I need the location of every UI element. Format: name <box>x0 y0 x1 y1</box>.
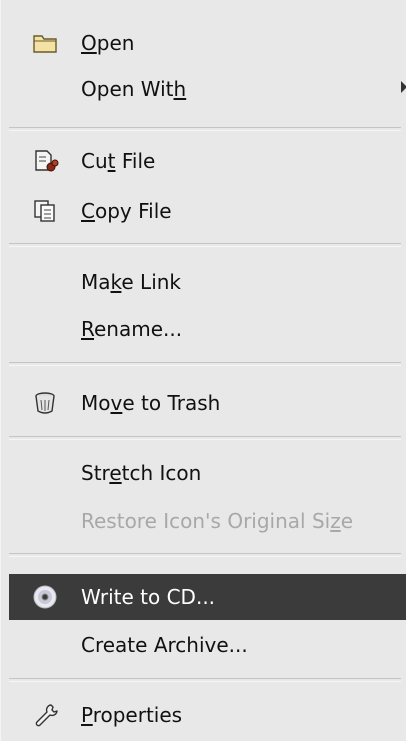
menu-item-label: Make Link <box>81 270 182 294</box>
menu-item-label: Restore Icon's Original Size <box>81 509 354 533</box>
menu-item-move-to-trash[interactable]: Move to Trash <box>1 380 406 426</box>
folder-icon <box>33 35 57 53</box>
wrench-icon <box>35 704 58 727</box>
menu-item-restore-icon-size: Restore Icon's Original Size <box>1 498 406 544</box>
context-menu: Open Open With Cut File Copy File Make L… <box>0 0 406 741</box>
separator <box>9 362 401 366</box>
trash-icon <box>35 392 55 414</box>
menu-item-write-to-cd[interactable]: Write to CD... <box>9 574 406 620</box>
menu-item-label: Open <box>81 31 135 55</box>
menu-item-label: Properties <box>81 703 183 727</box>
menu-item-label: Create Archive... <box>81 633 248 657</box>
submenu-arrow-icon <box>401 81 406 93</box>
menu-item-stretch-icon[interactable]: Stretch Icon <box>1 450 406 496</box>
menu-item-label: Write to CD... <box>81 585 216 609</box>
menu-item-cut-file[interactable]: Cut File <box>1 138 406 184</box>
menu-item-label: Rename... <box>81 317 183 341</box>
separator <box>9 127 401 131</box>
menu-item-label: Copy File <box>81 199 172 223</box>
menu-item-open[interactable]: Open <box>1 20 406 66</box>
menu-item-copy-file[interactable]: Copy File <box>1 188 406 234</box>
cd-icon <box>33 585 57 609</box>
separator <box>9 243 401 247</box>
menu-item-label: Cut File <box>81 149 156 173</box>
menu-item-label: Move to Trash <box>81 391 221 415</box>
cut-file-icon <box>35 150 59 172</box>
copy-file-icon <box>34 200 55 222</box>
menu-item-properties[interactable]: Properties <box>1 692 406 738</box>
menu-item-rename[interactable]: Rename... <box>1 306 406 352</box>
menu-item-label: Open With <box>81 77 187 101</box>
menu-item-label: Stretch Icon <box>81 461 202 485</box>
menu-item-open-with[interactable]: Open With <box>1 66 406 112</box>
separator <box>9 678 401 682</box>
separator <box>9 553 401 557</box>
menu-item-make-link[interactable]: Make Link <box>1 259 406 305</box>
menu-item-create-archive[interactable]: Create Archive... <box>1 622 406 668</box>
separator <box>9 436 401 440</box>
